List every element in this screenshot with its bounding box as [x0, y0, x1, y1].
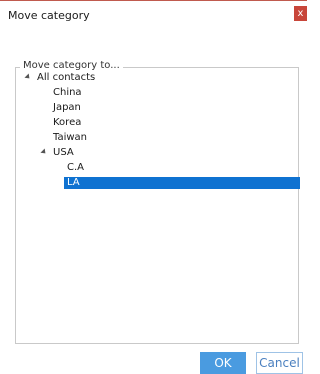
tree-item-all-contacts[interactable]: All contacts [37, 72, 95, 84]
tree-item-china[interactable]: China [53, 87, 82, 99]
category-tree: All contacts China Japan Korea Taiwan US… [0, 0, 307, 374]
cancel-button[interactable]: Cancel [256, 352, 303, 374]
tree-item-usa[interactable]: USA [53, 147, 74, 159]
ok-button[interactable]: OK [200, 352, 246, 374]
tree-item-ca[interactable]: C.A [67, 162, 84, 174]
tree-item-la[interactable]: LA [67, 177, 80, 189]
tree-selection-highlight [64, 177, 300, 189]
tree-item-korea[interactable]: Korea [53, 117, 81, 129]
tree-item-japan[interactable]: Japan [53, 102, 81, 114]
expand-triangle-icon[interactable] [40, 148, 48, 156]
tree-item-taiwan[interactable]: Taiwan [53, 132, 87, 144]
expand-triangle-icon[interactable] [24, 73, 32, 81]
